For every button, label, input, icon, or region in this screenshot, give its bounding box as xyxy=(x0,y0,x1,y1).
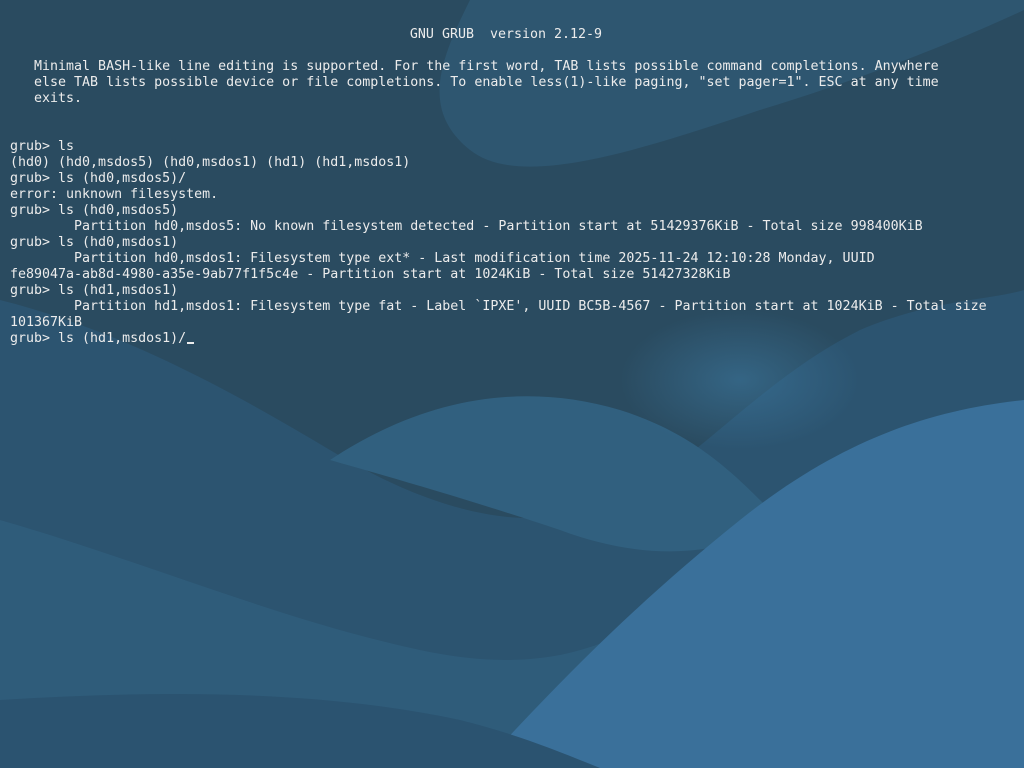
console-line: (hd0) (hd0,msdos5) (hd0,msdos1) (hd1) (h… xyxy=(10,155,411,170)
console-line: Partition hd0,msdos5: No known filesyste… xyxy=(10,219,923,234)
console-line: Partition hd1,msdos1: Filesystem type fa… xyxy=(10,299,987,314)
console-line: grub> ls (hd1,msdos1) xyxy=(10,283,179,298)
help-text-line-1: Minimal BASH-like line editing is suppor… xyxy=(10,59,939,74)
grub-terminal[interactable]: GNU GRUB version 2.12-9 Minimal BASH-lik… xyxy=(0,0,1024,768)
console-line: grub> ls (hd0,msdos1) xyxy=(10,235,179,250)
console-line: grub> ls (hd0,msdos5)/ xyxy=(10,171,187,186)
command-input-line[interactable]: grub> ls (hd1,msdos1)/ xyxy=(10,331,195,347)
grub-console-screen[interactable]: GNU GRUB version 2.12-9 Minimal BASH-lik… xyxy=(0,0,1024,768)
command-input-text[interactable]: grub> ls (hd1,msdos1)/ xyxy=(10,331,186,346)
grub-version-title: GNU GRUB version 2.12-9 xyxy=(409,27,603,42)
help-text-line-3: exits. xyxy=(10,91,83,106)
console-line: 101367KiB xyxy=(10,315,83,330)
console-line: error: unknown filesystem. xyxy=(10,187,219,202)
console-line: Partition hd0,msdos1: Filesystem type ex… xyxy=(10,251,875,266)
console-line: grub> ls (hd0,msdos5) xyxy=(10,203,179,218)
console-line: fe89047a-ab8d-4980-a35e-9ab77f1f5c4e - P… xyxy=(10,267,731,282)
help-text-line-2: else TAB lists possible device or file c… xyxy=(10,75,939,90)
console-line: grub> ls xyxy=(10,139,75,154)
text-cursor xyxy=(187,342,195,344)
